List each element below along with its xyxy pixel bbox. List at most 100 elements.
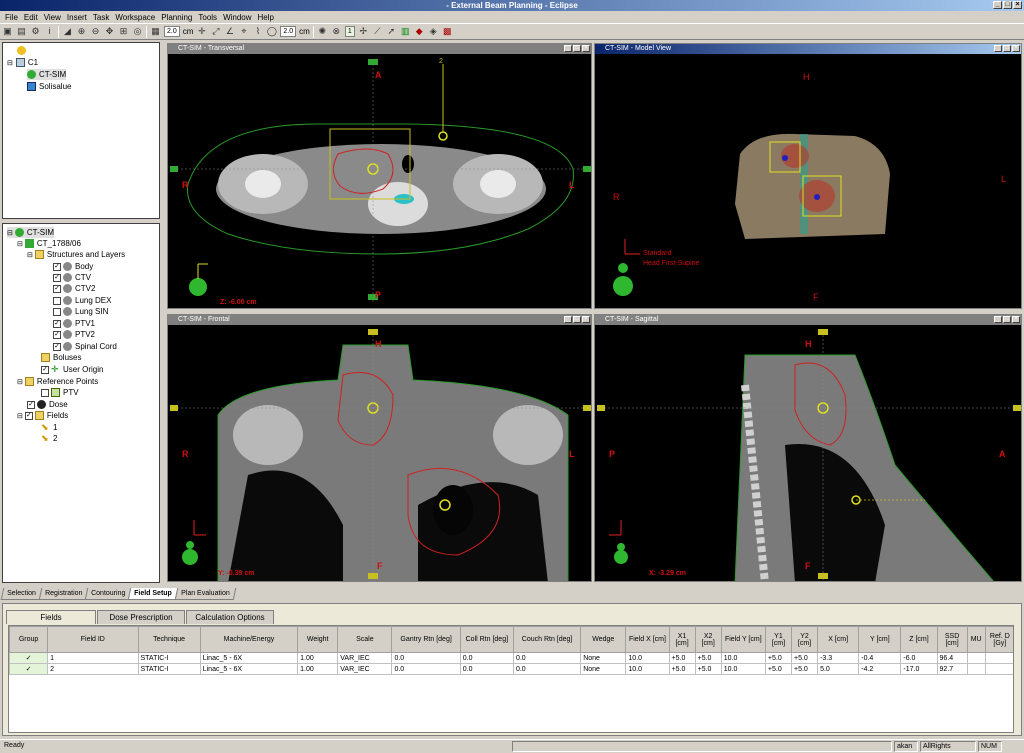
- column-header[interactable]: Group: [9, 626, 49, 653]
- structure-row[interactable]: ✓ CTV2: [53, 283, 95, 294]
- point-icon[interactable]: ⌖: [238, 26, 249, 37]
- subtab-calculation-options[interactable]: Calculation Options: [186, 610, 274, 624]
- tree-item-boluses[interactable]: Boluses: [41, 352, 81, 363]
- table-cell[interactable]: 92.7: [936, 663, 968, 675]
- minimize-button[interactable]: _: [993, 1, 1002, 9]
- move-field-icon[interactable]: ✢: [358, 26, 369, 37]
- column-header[interactable]: Gantry Rtn [deg]: [391, 626, 461, 653]
- visibility-checkbox[interactable]: [53, 296, 61, 305]
- viewport-frontal[interactable]: CT-SIM - Frontal _ □ × H F R L Y: -0.39 …: [167, 314, 592, 582]
- tab-field-setup[interactable]: Field Setup: [128, 588, 179, 600]
- menu-file[interactable]: File: [2, 13, 21, 22]
- grid-size-input[interactable]: 2.0: [164, 26, 180, 37]
- crosshair-icon[interactable]: ✛: [196, 26, 207, 37]
- subtab-fields[interactable]: Fields: [6, 610, 96, 624]
- table-cell[interactable]: +5.0: [694, 663, 722, 675]
- tab-registration[interactable]: Registration: [38, 588, 89, 600]
- subtab-dose-prescription[interactable]: Dose Prescription: [97, 610, 185, 624]
- settings-icon[interactable]: ⚙: [30, 26, 41, 37]
- pan-icon[interactable]: ✥: [104, 26, 115, 37]
- table-cell[interactable]: [966, 652, 986, 664]
- table-row[interactable]: ✓ 1 STATIC-I Linac_5 - 6X 1.00 VAR_IEC 0…: [9, 652, 1013, 664]
- column-header[interactable]: Couch Rtn [deg]: [512, 626, 582, 653]
- column-header[interactable]: Wedge: [580, 626, 627, 653]
- collapse-icon[interactable]: ⊟: [17, 412, 23, 420]
- table-cell[interactable]: STATIC-I: [137, 663, 201, 675]
- measure-icon[interactable]: ⤢: [210, 26, 221, 37]
- column-header[interactable]: Scale: [337, 626, 393, 653]
- close-button[interactable]: ×: [1012, 45, 1020, 52]
- table-cell[interactable]: 10.0: [720, 652, 766, 664]
- visibility-checkbox[interactable]: [41, 388, 49, 397]
- table-cell[interactable]: 10.0: [720, 663, 766, 675]
- menu-help[interactable]: Help: [255, 13, 277, 22]
- column-header[interactable]: Y2 [cm]: [790, 626, 819, 653]
- table-cell[interactable]: -3.3: [817, 652, 860, 664]
- table-cell[interactable]: 96.4: [936, 652, 968, 664]
- group-checkbox[interactable]: ✓: [9, 663, 49, 675]
- menu-edit[interactable]: Edit: [21, 13, 41, 22]
- table-cell[interactable]: [984, 652, 1013, 664]
- table-cell[interactable]: None: [580, 663, 627, 675]
- angle-icon[interactable]: ∠: [224, 26, 235, 37]
- close-button[interactable]: ×: [1013, 1, 1022, 9]
- structure-row[interactable]: ✓ PTV2: [53, 329, 95, 340]
- column-header[interactable]: Z [cm]: [900, 626, 938, 653]
- table-cell[interactable]: -4.2: [858, 663, 902, 675]
- structure-row[interactable]: Lung SIN: [53, 306, 108, 317]
- tree-item-ct-sim[interactable]: CT-SIM: [27, 69, 67, 80]
- table-cell[interactable]: +5.0: [790, 652, 819, 664]
- table-cell[interactable]: +5.0: [764, 663, 792, 675]
- table-cell[interactable]: +5.0: [668, 652, 696, 664]
- menu-workspace[interactable]: Workspace: [112, 13, 158, 22]
- menu-planning[interactable]: Planning: [158, 13, 195, 22]
- tree-item-reference-points[interactable]: ⊟ Reference Points: [17, 376, 98, 387]
- table-cell[interactable]: VAR_IEC: [337, 652, 393, 664]
- table-cell[interactable]: 1.00: [297, 652, 339, 664]
- table-cell[interactable]: 1.00: [297, 663, 339, 675]
- minimize-button[interactable]: _: [994, 316, 1002, 323]
- table-cell[interactable]: -0.4: [858, 652, 902, 664]
- collapse-icon[interactable]: ⊟: [7, 59, 13, 67]
- structure-row[interactable]: ✓ Spinal Cord: [53, 341, 117, 352]
- menu-insert[interactable]: Insert: [64, 13, 90, 22]
- info-icon[interactable]: i: [44, 26, 55, 37]
- visibility-checkbox[interactable]: ✓: [24, 411, 33, 420]
- column-header[interactable]: X2 [cm]: [694, 626, 722, 653]
- visibility-checkbox[interactable]: ✓: [41, 365, 49, 374]
- visibility-checkbox[interactable]: ✓: [27, 400, 35, 409]
- tree-item-user-origin[interactable]: ✓ ✛ User Origin: [41, 364, 103, 375]
- table-cell[interactable]: 1: [47, 652, 139, 664]
- menu-task[interactable]: Task: [90, 13, 112, 22]
- table-cell[interactable]: +5.0: [764, 652, 792, 664]
- maximize-button[interactable]: □: [573, 45, 581, 52]
- table-cell[interactable]: -6.0: [900, 652, 938, 664]
- column-header[interactable]: Y1 [cm]: [764, 626, 792, 653]
- close-button[interactable]: ×: [1012, 316, 1020, 323]
- table-cell[interactable]: VAR_IEC: [337, 663, 393, 675]
- isocenter-icon[interactable]: ⊗: [331, 26, 342, 37]
- table-cell[interactable]: 0.0: [391, 663, 461, 675]
- column-header[interactable]: Field ID: [47, 626, 139, 653]
- viewport-transversal[interactable]: CT-SIM - Transversal _ □ × A P R L Z: -6…: [167, 43, 592, 309]
- visibility-checkbox[interactable]: ✓: [53, 284, 61, 293]
- table-cell[interactable]: 0.0: [391, 652, 461, 664]
- grid-icon[interactable]: ▦: [150, 26, 161, 37]
- zoom-in-icon[interactable]: ⊕: [76, 26, 87, 37]
- tab-selection[interactable]: Selection: [0, 588, 43, 600]
- column-header[interactable]: X [cm]: [817, 626, 860, 653]
- arrow-icon[interactable]: ➚: [386, 26, 397, 37]
- zoom-out-icon[interactable]: ⊖: [90, 26, 101, 37]
- table-cell[interactable]: +5.0: [790, 663, 819, 675]
- visibility-checkbox[interactable]: ✓: [53, 330, 61, 339]
- tree-item-fields[interactable]: ⊟ ✓ Fields: [17, 410, 68, 421]
- menu-window[interactable]: Window: [220, 13, 254, 22]
- visibility-checkbox[interactable]: [53, 307, 61, 316]
- table-cell[interactable]: 5.0: [817, 663, 860, 675]
- tree-item-plan[interactable]: Solisalue: [27, 81, 71, 92]
- mlc-icon[interactable]: ▥: [400, 26, 411, 37]
- visibility-checkbox[interactable]: ✓: [53, 319, 61, 328]
- group-checkbox[interactable]: ✓: [9, 652, 49, 664]
- tree-item-image[interactable]: ⊟ CT_1788/06: [17, 238, 81, 249]
- structure-row[interactable]: ✓ Body: [53, 261, 93, 272]
